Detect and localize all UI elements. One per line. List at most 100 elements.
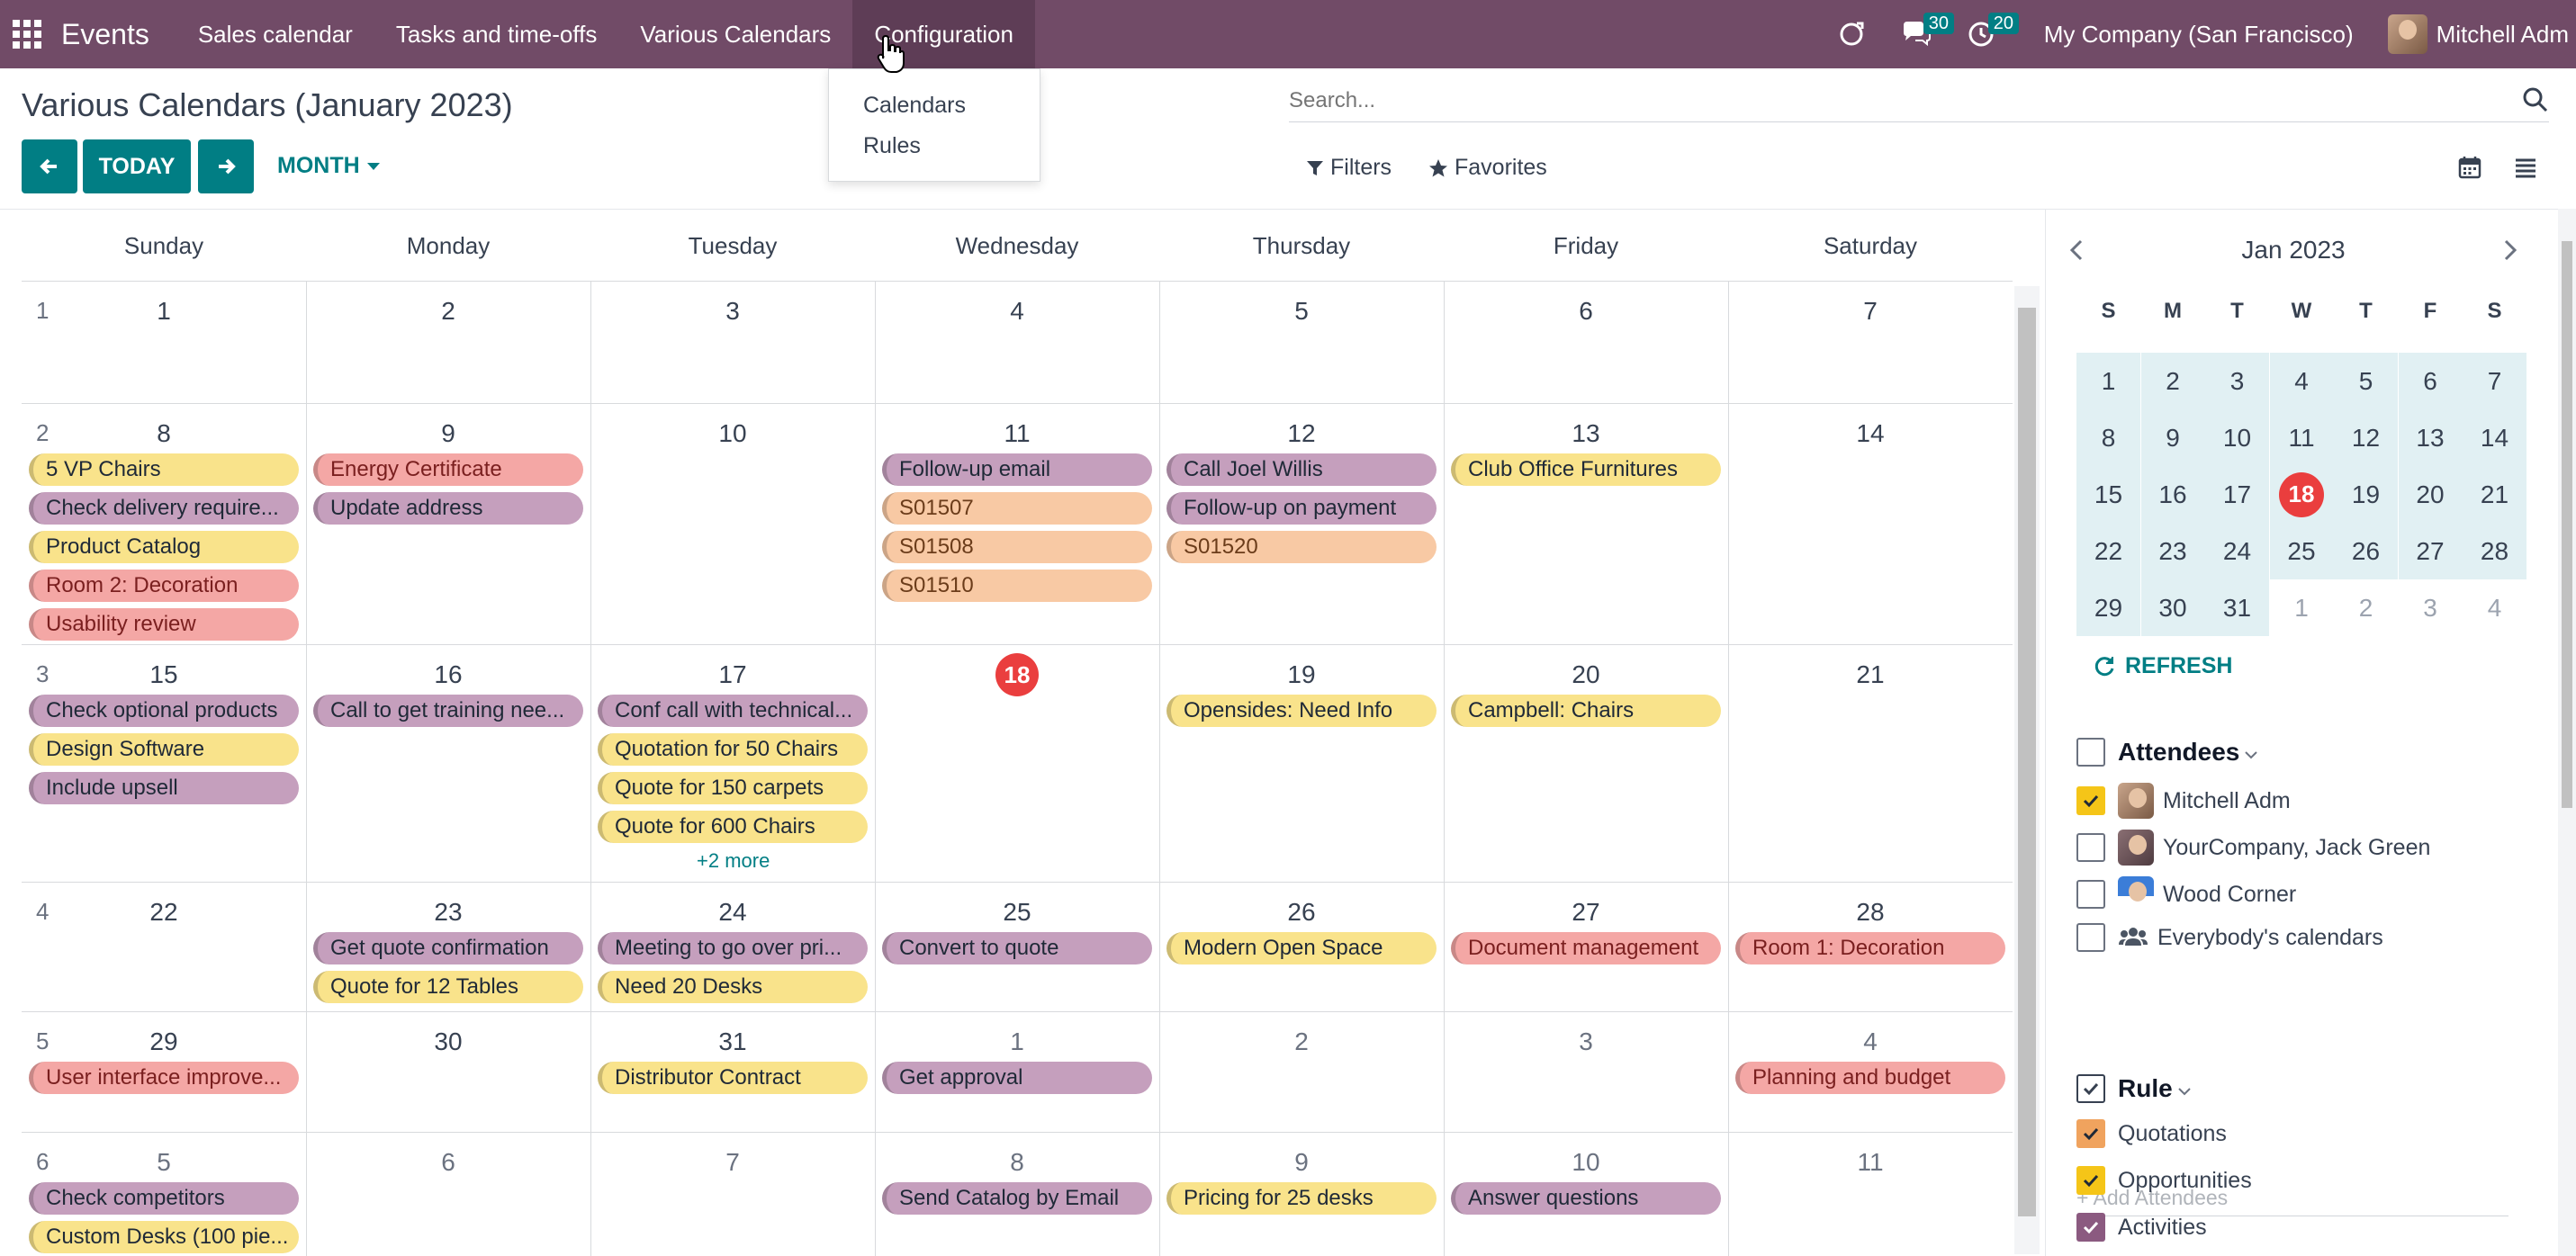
mini-day[interactable]: 26: [2334, 523, 2398, 579]
attendees-select-all-checkbox[interactable]: [2076, 738, 2105, 767]
mini-day[interactable]: 3: [2399, 579, 2463, 636]
calendar-event[interactable]: Opensides: Need Info: [1166, 695, 1437, 727]
calendar-event[interactable]: Check delivery require...: [29, 492, 299, 525]
mini-day[interactable]: 18: [2269, 466, 2334, 523]
day-number[interactable]: 3: [1559, 1027, 1613, 1056]
calendar-event[interactable]: Product Catalog: [29, 531, 299, 563]
calendar-event[interactable]: User interface improve...: [29, 1062, 299, 1094]
day-number[interactable]: 5: [1274, 297, 1329, 326]
calendar-event[interactable]: Get approval: [882, 1062, 1152, 1094]
refresh-button[interactable]: REFRESH: [2093, 653, 2232, 679]
calendar-event[interactable]: Design Software: [29, 733, 299, 766]
calendar-event[interactable]: S01508: [882, 531, 1152, 563]
mini-day[interactable]: 15: [2076, 466, 2140, 523]
calendar-event[interactable]: S01520: [1166, 531, 1437, 563]
calendar-event[interactable]: Check competitors: [29, 1182, 299, 1215]
mini-day[interactable]: 4: [2269, 353, 2334, 409]
day-number[interactable]: 26: [1274, 898, 1329, 927]
attendee-checkbox-wood-corner[interactable]: [2076, 880, 2105, 909]
calendar-event[interactable]: Planning and budget: [1735, 1062, 2005, 1094]
rule-checkbox-opportunities[interactable]: [2076, 1166, 2105, 1195]
list-view-button[interactable]: [2508, 149, 2544, 185]
attendee-checkbox-jack-green[interactable]: [2076, 833, 2105, 862]
mini-day[interactable]: 19: [2334, 466, 2398, 523]
chat-icon[interactable]: 30: [1887, 0, 1954, 68]
rule-checkbox-activities[interactable]: [2076, 1213, 2105, 1242]
day-number[interactable]: 6: [1559, 297, 1613, 326]
mini-day[interactable]: 22: [2076, 523, 2140, 579]
calendar-event[interactable]: Custom Desks (100 pie...: [29, 1221, 299, 1253]
day-number[interactable]: 13: [1559, 419, 1613, 448]
menu-various-calendars[interactable]: Various Calendars: [618, 0, 852, 68]
calendar-event[interactable]: Document management: [1451, 932, 1721, 964]
activity-clock-icon[interactable]: 20: [1952, 0, 2019, 68]
day-number[interactable]: 7: [1843, 297, 1897, 326]
search-icon[interactable]: [2522, 86, 2549, 113]
debug-icon[interactable]: [1823, 0, 1880, 68]
calendar-event[interactable]: Get quote confirmation: [313, 932, 583, 964]
day-number[interactable]: 23: [421, 898, 475, 927]
previous-button[interactable]: [22, 139, 77, 193]
calendar-event[interactable]: Include upsell: [29, 772, 299, 804]
dropdown-item-calendars[interactable]: Calendars: [829, 85, 1040, 126]
day-number[interactable]: 8: [137, 419, 191, 448]
mini-day[interactable]: 13: [2398, 409, 2463, 466]
filters-button[interactable]: Filters: [1305, 155, 1392, 181]
chevron-left-icon[interactable]: [2064, 237, 2091, 264]
user-menu[interactable]: Mitchell Adm: [2387, 14, 2569, 54]
calendar-event[interactable]: Distributor Contract: [598, 1062, 868, 1094]
day-number[interactable]: 4: [1843, 1027, 1897, 1056]
day-number[interactable]: 3: [706, 297, 760, 326]
rule-group[interactable]: Rule: [2076, 1074, 2193, 1103]
calendar-event[interactable]: Pricing for 25 desks: [1166, 1182, 1437, 1215]
day-number[interactable]: 9: [421, 419, 475, 448]
calendar-event[interactable]: Conf call with technical...: [598, 695, 868, 727]
day-number[interactable]: 1: [137, 297, 191, 326]
mini-day[interactable]: 2: [2334, 579, 2398, 636]
day-number[interactable]: 25: [990, 898, 1044, 927]
day-number[interactable]: 11: [990, 419, 1044, 448]
day-number[interactable]: 19: [1274, 660, 1329, 689]
calendar-event[interactable]: Quotation for 50 Chairs: [598, 733, 868, 766]
mini-day[interactable]: 1: [2076, 353, 2140, 409]
attendee-row-mitchell[interactable]: Mitchell Adm: [2076, 783, 2291, 819]
calendar-event[interactable]: Meeting to go over pri...: [598, 932, 868, 964]
day-number[interactable]: 29: [137, 1027, 191, 1056]
mini-day[interactable]: 4: [2463, 579, 2526, 636]
day-number[interactable]: 1: [990, 1027, 1044, 1056]
day-number[interactable]: 31: [706, 1027, 760, 1056]
mini-day[interactable]: 27: [2398, 523, 2463, 579]
today-marker[interactable]: 18: [995, 653, 1039, 696]
day-number[interactable]: 5: [137, 1148, 191, 1177]
chevron-right-icon[interactable]: [2496, 237, 2523, 264]
mini-day[interactable]: 11: [2269, 409, 2334, 466]
mini-day[interactable]: 6: [2398, 353, 2463, 409]
mini-day[interactable]: 21: [2463, 466, 2526, 523]
day-number[interactable]: 9: [1274, 1148, 1329, 1177]
day-number[interactable]: 10: [1559, 1148, 1613, 1177]
calendar-view-button[interactable]: [2452, 149, 2488, 185]
calendar-event[interactable]: Room 2: Decoration: [29, 570, 299, 602]
day-number[interactable]: 8: [990, 1148, 1044, 1177]
rule-row-quotations[interactable]: Quotations: [2076, 1119, 2227, 1148]
mini-day[interactable]: 1: [2270, 579, 2334, 636]
calendar-event[interactable]: Usability review: [29, 608, 299, 641]
day-number[interactable]: 11: [1843, 1148, 1897, 1177]
sidebar-scrollbar[interactable]: [2558, 209, 2576, 1256]
more-events-link[interactable]: +2 more: [697, 849, 770, 873]
calendar-event[interactable]: Quote for 12 Tables: [313, 971, 583, 1003]
mini-day[interactable]: 12: [2334, 409, 2398, 466]
calendar-event[interactable]: Energy Certificate: [313, 453, 583, 486]
dropdown-item-rules[interactable]: Rules: [829, 126, 1040, 166]
calendar-event[interactable]: Convert to quote: [882, 932, 1152, 964]
rule-select-all-checkbox[interactable]: [2076, 1074, 2105, 1103]
calendar-event[interactable]: Follow-up on payment: [1166, 492, 1437, 525]
mini-day[interactable]: 31: [2205, 579, 2269, 636]
day-number[interactable]: 2: [1274, 1027, 1329, 1056]
calendar-event[interactable]: S01510: [882, 570, 1152, 602]
day-number[interactable]: 30: [421, 1027, 475, 1056]
day-number[interactable]: 21: [1843, 660, 1897, 689]
day-number[interactable]: 2: [421, 297, 475, 326]
today-button[interactable]: TODAY: [83, 139, 191, 193]
mini-day[interactable]: 28: [2463, 523, 2526, 579]
